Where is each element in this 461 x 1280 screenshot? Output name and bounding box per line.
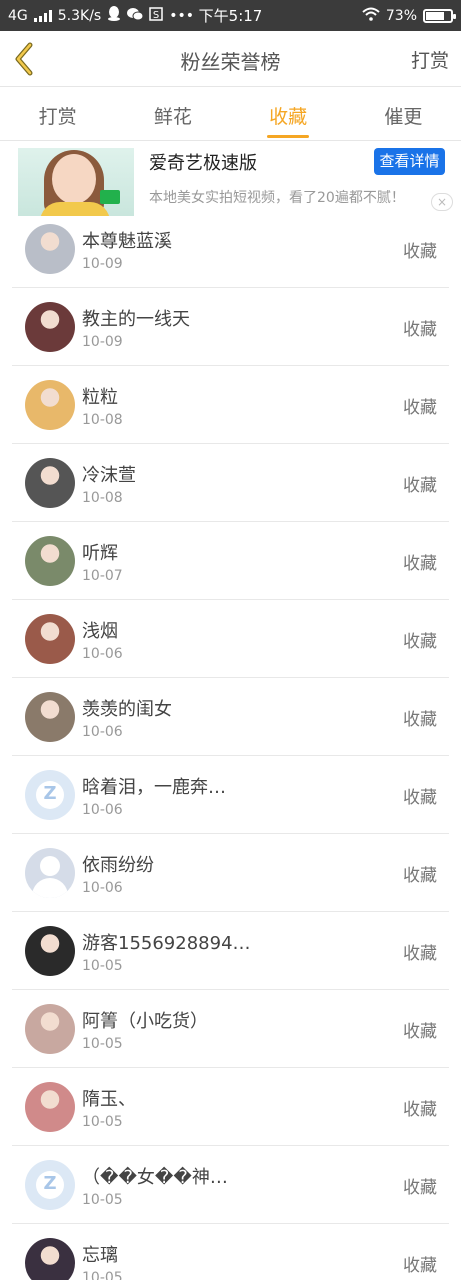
avatar[interactable]	[25, 770, 75, 820]
date-label: 10-06	[82, 802, 123, 818]
list-item[interactable]: 游客1556928894… 10-05 收藏	[12, 912, 449, 990]
date-label: 10-06	[82, 724, 123, 740]
date-label: 10-09	[82, 334, 123, 350]
svg-text:S: S	[153, 10, 159, 21]
battery-label: 73%	[385, 7, 417, 24]
s-icon: S	[149, 6, 163, 25]
action-label: 收藏	[403, 554, 437, 574]
wechat-icon	[127, 7, 144, 25]
list-item[interactable]: 冷沫萱 10-08 收藏	[12, 444, 449, 522]
user-name: 依雨纷纷	[82, 855, 154, 876]
action-label: 收藏	[403, 710, 437, 730]
avatar[interactable]	[25, 614, 75, 664]
list-item[interactable]: 浅烟 10-06 收藏	[12, 600, 449, 678]
speed-label: 5.3K/s	[57, 7, 102, 24]
avatar[interactable]	[25, 1082, 75, 1132]
action-label: 收藏	[403, 1178, 437, 1198]
user-name: 隋玉、	[82, 1089, 136, 1110]
action-label: 收藏	[403, 866, 437, 886]
date-label: 10-05	[82, 958, 123, 974]
header: 粉丝荣誉榜 打赏	[0, 31, 461, 87]
avatar[interactable]	[25, 848, 75, 898]
list-item[interactable]: 粒粒 10-08 收藏	[12, 366, 449, 444]
date-label: 10-06	[82, 646, 123, 662]
date-label: 10-08	[82, 412, 123, 428]
list-item[interactable]: 听辉 10-07 收藏	[12, 522, 449, 600]
ad-title: 爱奇艺极速版	[149, 153, 257, 174]
list-item[interactable]: 羡羡的闺女 10-06 收藏	[12, 678, 449, 756]
action-label: 收藏	[403, 1100, 437, 1120]
avatar[interactable]	[25, 224, 75, 274]
avatar[interactable]	[25, 1160, 75, 1210]
action-label: 收藏	[403, 242, 437, 262]
battery-icon	[423, 8, 456, 23]
avatar[interactable]	[25, 1238, 75, 1280]
tab-tip[interactable]: 打赏	[0, 87, 115, 140]
user-name: 羡羡的闺女	[82, 699, 172, 720]
tip-button[interactable]: 打赏	[411, 46, 449, 73]
fan-list: 本尊魅蓝溪 10-09 收藏 教主的一线天 10-09 收藏 粒粒 10-08 收藏 冷沫萱 10-…	[0, 210, 461, 1280]
action-label: 收藏	[403, 944, 437, 964]
user-name: 晗着泪，一鹿奔…	[82, 777, 226, 798]
user-name: 教主的一线天	[82, 309, 190, 330]
list-item[interactable]: 本尊魅蓝溪 10-09 收藏	[12, 210, 449, 288]
date-label: 10-09	[82, 256, 123, 272]
signal-icon	[33, 9, 52, 22]
date-label: 10-05	[82, 1192, 123, 1208]
iqiyi-logo-icon	[100, 190, 120, 204]
ad-banner[interactable]: 爱奇艺极速版 查看详情 本地美女实拍短视频，看了20遍都不腻！ ×	[18, 142, 458, 218]
action-label: 收藏	[403, 1022, 437, 1042]
wifi-icon	[362, 7, 380, 25]
network-label: 4G	[8, 7, 28, 24]
list-item[interactable]: 依雨纷纷 10-06 收藏	[12, 834, 449, 912]
avatar[interactable]	[25, 1004, 75, 1054]
date-label: 10-07	[82, 568, 123, 584]
avatar[interactable]	[25, 302, 75, 352]
action-label: 收藏	[403, 1256, 437, 1276]
list-item[interactable]: 晗着泪，一鹿奔… 10-06 收藏	[12, 756, 449, 834]
tab-bar: 打赏 鲜花 收藏 催更	[0, 87, 461, 141]
tab-urge[interactable]: 催更	[346, 87, 461, 140]
list-item[interactable]: 阿箐（小吃货） 10-05 收藏	[12, 990, 449, 1068]
ad-details-button[interactable]: 查看详情	[374, 148, 445, 175]
avatar[interactable]	[25, 926, 75, 976]
action-label: 收藏	[403, 320, 437, 340]
date-label: 10-05	[82, 1270, 123, 1280]
status-bar: 4G 5.3K/s S ••• 下午5:17 73%	[0, 0, 461, 31]
avatar[interactable]	[25, 692, 75, 742]
user-name: 冷沫萱	[82, 465, 136, 486]
tab-flowers[interactable]: 鲜花	[115, 87, 230, 140]
date-label: 10-08	[82, 490, 123, 506]
ad-thumbnail[interactable]	[18, 148, 134, 216]
close-icon[interactable]: ×	[431, 193, 453, 211]
date-label: 10-05	[82, 1114, 123, 1130]
avatar[interactable]	[25, 536, 75, 586]
user-name: 游客1556928894…	[82, 933, 251, 954]
more-icon: •••	[169, 7, 195, 24]
user-name: 阿箐（小吃货）	[82, 1011, 208, 1032]
list-item[interactable]: 教主的一线天 10-09 收藏	[12, 288, 449, 366]
action-label: 收藏	[403, 398, 437, 418]
user-name: （��女��神…	[82, 1167, 228, 1188]
list-item[interactable]: 隋玉、 10-05 收藏	[12, 1068, 449, 1146]
page-title: 粉丝荣誉榜	[180, 50, 281, 74]
list-item[interactable]: 忘璃 10-05 收藏	[12, 1224, 449, 1280]
user-name: 本尊魅蓝溪	[82, 231, 172, 252]
action-label: 收藏	[403, 788, 437, 808]
action-label: 收藏	[403, 632, 437, 652]
user-name: 忘璃	[82, 1245, 118, 1266]
ad-description: 本地美女实拍短视频，看了20遍都不腻！	[149, 190, 405, 206]
list-item[interactable]: （��女��神… 10-05 收藏	[12, 1146, 449, 1224]
date-label: 10-06	[82, 880, 123, 896]
qq-icon	[107, 6, 121, 25]
user-name: 粒粒	[82, 387, 118, 408]
user-name: 浅烟	[82, 621, 118, 642]
avatar[interactable]	[25, 380, 75, 430]
action-label: 收藏	[403, 476, 437, 496]
date-label: 10-05	[82, 1036, 123, 1052]
user-name: 听辉	[82, 543, 118, 564]
tab-favorites[interactable]: 收藏	[231, 87, 346, 140]
avatar[interactable]	[25, 458, 75, 508]
